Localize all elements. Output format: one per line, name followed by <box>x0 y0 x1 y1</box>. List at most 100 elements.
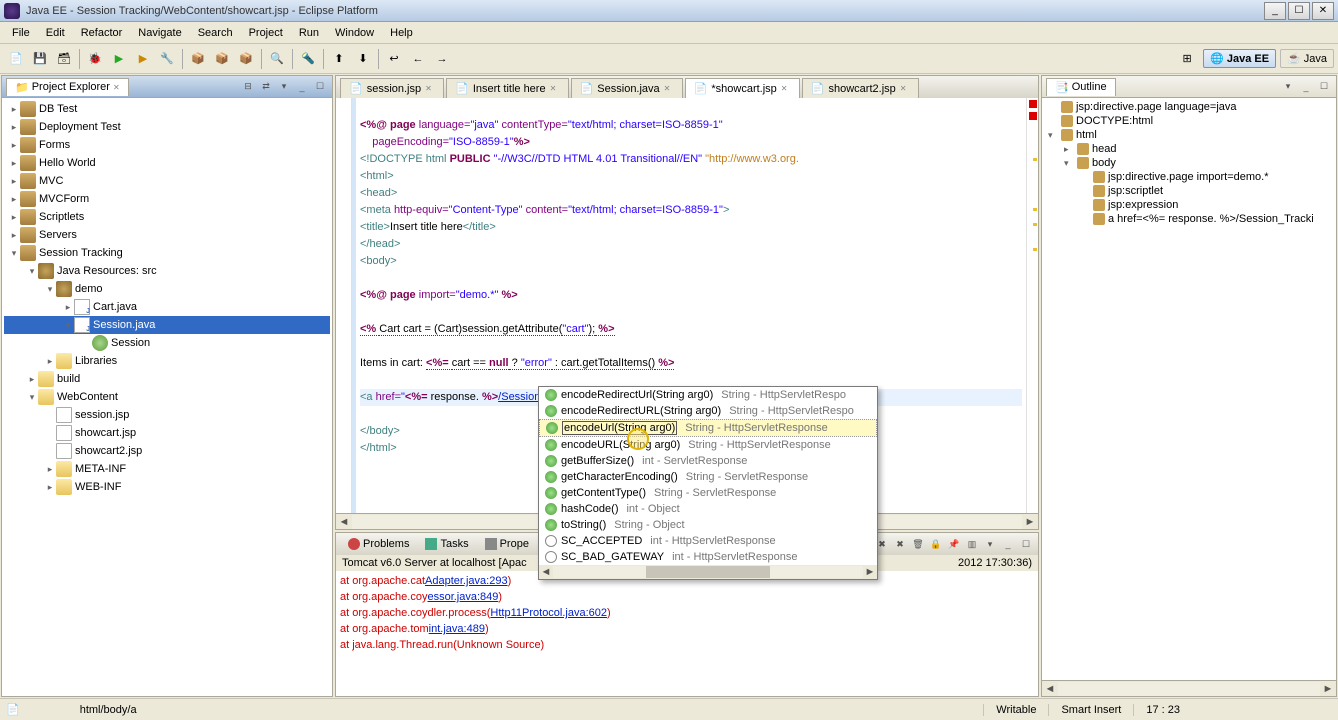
debug-button[interactable]: 🐞 <box>84 48 106 70</box>
tree-item[interactable]: ▸MVCForm <box>4 190 330 208</box>
tab-problems[interactable]: Problems <box>340 536 417 552</box>
editor-tab[interactable]: 📄Insert title here✕ <box>446 78 568 98</box>
tree-item[interactable]: ▾Session.java <box>4 316 330 334</box>
outline-minimize-button[interactable]: _ <box>1298 79 1314 95</box>
tree-item[interactable]: ▸MVC <box>4 172 330 190</box>
perspective-javaee[interactable]: 🌐Java EE <box>1203 49 1276 68</box>
editor-tab[interactable]: 📄Session.java✕ <box>571 78 683 98</box>
outline-menu-button[interactable]: ▾ <box>1280 79 1296 95</box>
outline-item[interactable]: DOCTYPE:html <box>1044 114 1334 128</box>
autocomplete-item[interactable]: getBufferSize() int - ServletResponse <box>539 453 877 469</box>
new-dynamic-button[interactable]: 📦 <box>235 48 257 70</box>
search-button[interactable]: 🔦 <box>297 48 319 70</box>
tree-item[interactable]: ▸build <box>4 370 330 388</box>
menu-run[interactable]: Run <box>291 25 327 41</box>
tab-tasks[interactable]: Tasks <box>417 536 476 552</box>
back-button[interactable]: ← <box>407 48 429 70</box>
menu-project[interactable]: Project <box>241 25 291 41</box>
autocomplete-popup[interactable]: encodeRedirectUrl(String arg0) String - … <box>538 386 878 580</box>
outline-tab[interactable]: 📑Outline <box>1046 78 1116 96</box>
tree-item[interactable]: ▸DB Test <box>4 100 330 118</box>
menu-window[interactable]: Window <box>327 25 382 41</box>
tree-item[interactable]: ▸Forms <box>4 136 330 154</box>
editor-tab[interactable]: 📄*showcart.jsp✕ <box>685 78 800 98</box>
close-icon[interactable]: ✕ <box>550 84 560 94</box>
close-icon[interactable]: ✕ <box>425 84 435 94</box>
autocomplete-item[interactable]: encodeUrl(String arg0) String - HttpServ… <box>539 419 877 437</box>
outline-tree[interactable]: jsp:directive.page language=javaDOCTYPE:… <box>1042 98 1336 680</box>
maximize-view-button[interactable]: ☐ <box>312 79 328 95</box>
autocomplete-item[interactable]: getCharacterEncoding() String - ServletR… <box>539 469 877 485</box>
close-icon[interactable]: ✕ <box>781 84 791 94</box>
maximize-bottom-button[interactable]: ☐ <box>1018 536 1034 552</box>
tab-properties[interactable]: Prope <box>477 536 537 552</box>
autocomplete-item[interactable]: hashCode() int - Object <box>539 501 877 517</box>
minimize-button[interactable]: _ <box>1264 2 1286 20</box>
run-last-button[interactable]: ▶ <box>132 48 154 70</box>
menu-search[interactable]: Search <box>190 25 241 41</box>
clear-console-button[interactable]: 🗑 <box>910 536 926 552</box>
outline-maximize-button[interactable]: ☐ <box>1316 79 1332 95</box>
close-icon[interactable]: ✕ <box>113 83 120 92</box>
new-button[interactable]: 📄 <box>5 48 27 70</box>
last-edit-button[interactable]: ↩ <box>383 48 405 70</box>
remove-all-button[interactable]: ✖ <box>892 536 908 552</box>
tree-item[interactable]: ▾WebContent <box>4 388 330 406</box>
save-all-button[interactable]: 🗃 <box>53 48 75 70</box>
menu-help[interactable]: Help <box>382 25 421 41</box>
project-explorer-tab[interactable]: 📁Project Explorer✕ <box>6 78 129 96</box>
outline-item[interactable]: ▸head <box>1044 142 1334 156</box>
open-perspective-button[interactable]: ⊞ <box>1176 48 1198 70</box>
tree-item[interactable]: ▸Deployment Test <box>4 118 330 136</box>
outline-item[interactable]: jsp:directive.page language=java <box>1044 100 1334 114</box>
display-console-button[interactable]: ▥ <box>964 536 980 552</box>
menu-navigate[interactable]: Navigate <box>130 25 189 41</box>
autocomplete-item[interactable]: getContentType() String - ServletRespons… <box>539 485 877 501</box>
new-enterprise-button[interactable]: 📦 <box>211 48 233 70</box>
tree-item[interactable]: ▸Libraries <box>4 352 330 370</box>
autocomplete-hscroll[interactable]: ◄► <box>539 565 877 579</box>
save-button[interactable]: 💾 <box>29 48 51 70</box>
tree-item[interactable]: showcart2.jsp <box>4 442 330 460</box>
autocomplete-item[interactable]: SC_ACCEPTED int - HttpServletResponse <box>539 533 877 549</box>
autocomplete-item[interactable]: encodeRedirectUrl(String arg0) String - … <box>539 387 877 403</box>
project-explorer-tree[interactable]: ▸DB Test▸Deployment Test▸Forms▸Hello Wor… <box>2 98 332 696</box>
autocomplete-list[interactable]: encodeRedirectUrl(String arg0) String - … <box>539 387 877 565</box>
console-output[interactable]: at org.apache.catAdapter.java:293) at or… <box>336 571 1038 696</box>
autocomplete-item[interactable]: encodeURL(String arg0) String - HttpServ… <box>539 437 877 453</box>
tree-item[interactable]: ▾Session Tracking <box>4 244 330 262</box>
maximize-button[interactable]: ☐ <box>1288 2 1310 20</box>
minimize-bottom-button[interactable]: _ <box>1000 536 1016 552</box>
outline-item[interactable]: ▾body <box>1044 156 1334 170</box>
tree-item[interactable]: showcart.jsp <box>4 424 330 442</box>
tree-item[interactable]: ▸Cart.java <box>4 298 330 316</box>
outline-item[interactable]: jsp:scriptlet <box>1044 184 1334 198</box>
close-icon[interactable]: ✕ <box>900 84 910 94</box>
close-button[interactable]: ✕ <box>1312 2 1334 20</box>
menu-file[interactable]: File <box>4 25 38 41</box>
editor-tab[interactable]: 📄showcart2.jsp✕ <box>802 78 919 98</box>
outline-item[interactable]: ▾html <box>1044 128 1334 142</box>
menu-edit[interactable]: Edit <box>38 25 73 41</box>
close-icon[interactable]: ✕ <box>664 84 674 94</box>
new-server-button[interactable]: 📦 <box>187 48 209 70</box>
autocomplete-item[interactable]: SC_BAD_GATEWAY int - HttpServletResponse <box>539 549 877 565</box>
annotation-prev-button[interactable]: ⬆ <box>328 48 350 70</box>
perspective-java[interactable]: ☕Java <box>1280 49 1334 68</box>
autocomplete-item[interactable]: encodeRedirectURL(String arg0) String - … <box>539 403 877 419</box>
tree-item[interactable]: ▾Java Resources: src <box>4 262 330 280</box>
pin-console-button[interactable]: 📌 <box>946 536 962 552</box>
view-menu-button[interactable]: ▾ <box>276 79 292 95</box>
tree-item[interactable]: session.jsp <box>4 406 330 424</box>
menu-refactor[interactable]: Refactor <box>73 25 131 41</box>
scroll-lock-button[interactable]: 🔒 <box>928 536 944 552</box>
tree-item[interactable]: Session <box>4 334 330 352</box>
run-button[interactable]: ▶ <box>108 48 130 70</box>
minimize-view-button[interactable]: _ <box>294 79 310 95</box>
link-editor-button[interactable]: ⇄ <box>258 79 274 95</box>
outline-item[interactable]: jsp:directive.page import=demo.* <box>1044 170 1334 184</box>
outline-horizontal-scrollbar[interactable]: ◄► <box>1042 680 1336 696</box>
tree-item[interactable]: ▸META-INF <box>4 460 330 478</box>
outline-item[interactable]: jsp:expression <box>1044 198 1334 212</box>
tree-item[interactable]: ▸Servers <box>4 226 330 244</box>
